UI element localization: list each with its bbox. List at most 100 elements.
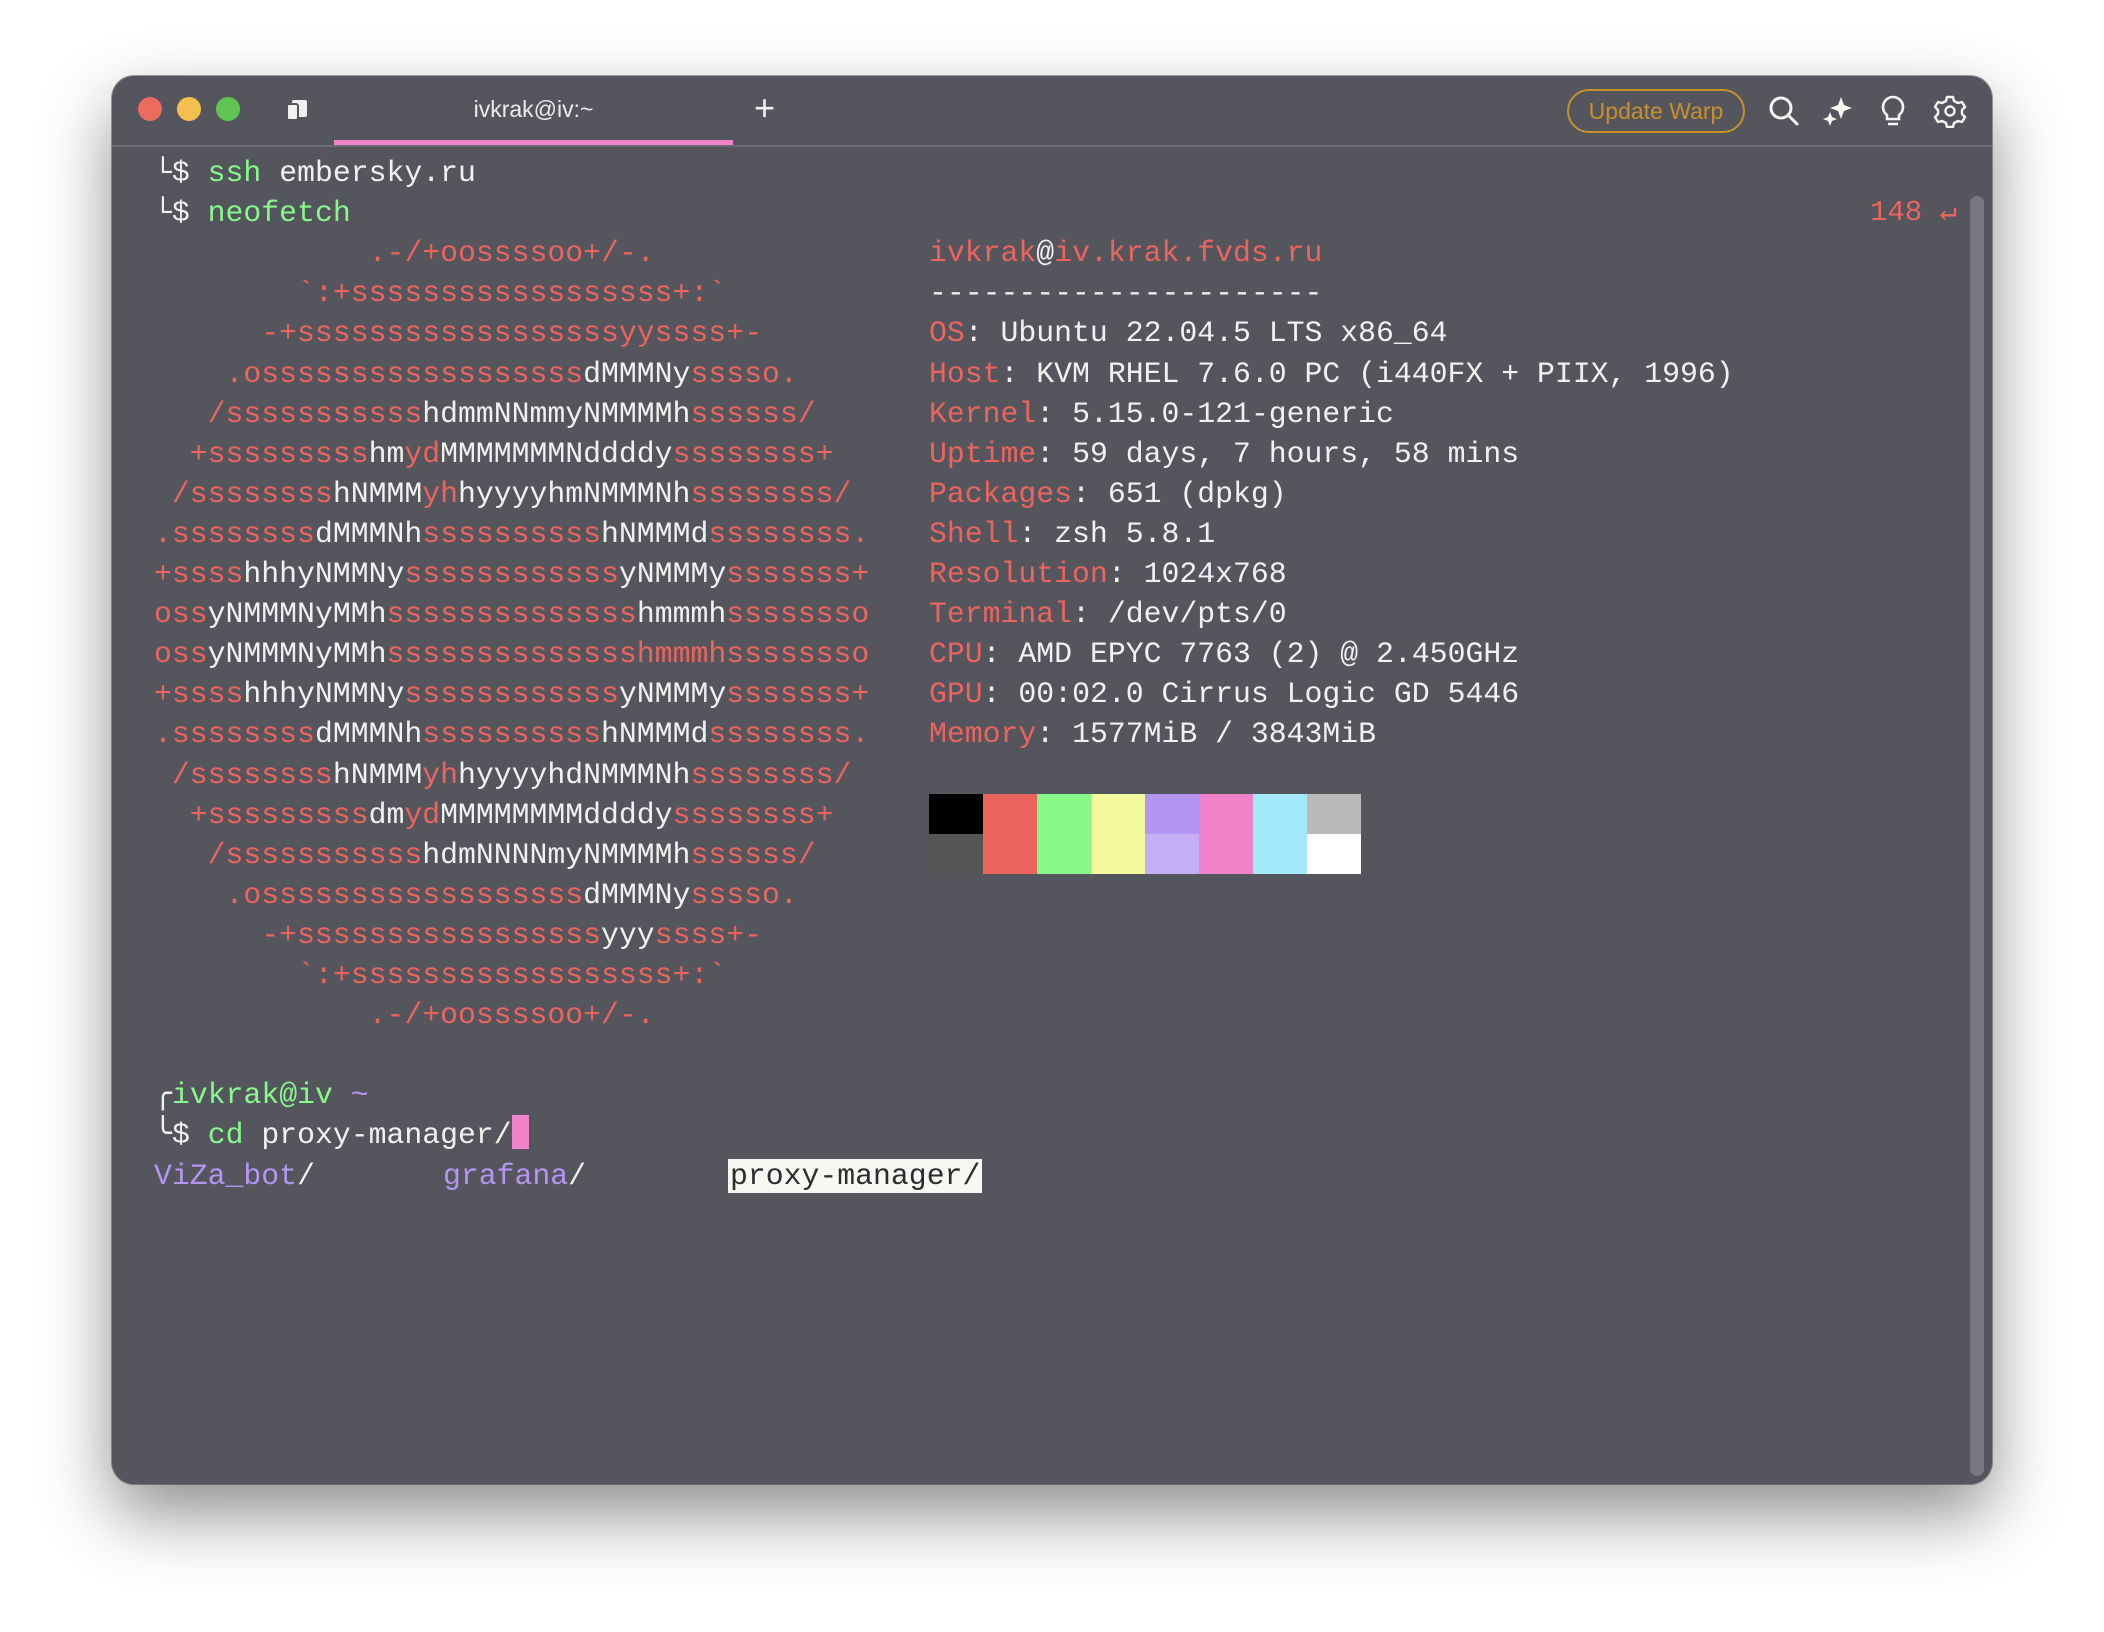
history-command: └$ ssh embersky.ru: [154, 153, 476, 193]
logo-segment: +ssss: [154, 677, 244, 712]
logo-line: -+ssssssssssssssssssyyssss+-: [154, 313, 762, 353]
logo-segment: dm: [368, 797, 405, 832]
color-swatch: [1091, 794, 1145, 834]
info-key: Host: [929, 356, 1001, 391]
color-swatch: [1307, 834, 1361, 874]
logo-line: -+sssssssssssssssssyyyssss+-: [154, 915, 762, 955]
command-args: proxy-manager/: [243, 1118, 512, 1153]
scrollbar[interactable]: [1970, 196, 1984, 1476]
prompt-symbol: └$: [154, 156, 208, 190]
logo-segment: ssssssss/: [690, 757, 852, 792]
close-window-button[interactable]: [138, 97, 162, 121]
logo-segment: hhhyNMMNy: [243, 557, 405, 591]
command-input[interactable]: ╰$ cd proxy-manager/: [154, 1115, 529, 1155]
info-row-packages: Packages: 651 (dpkg): [929, 474, 1287, 514]
color-swatch: [1307, 794, 1361, 834]
terminal-window: ivkrak@iv:~ + Update Warp └$ ssh embersk…: [112, 76, 1992, 1484]
command-args: embersky.ru: [261, 156, 476, 190]
info-row-resolution: Resolution: 1024x768: [929, 554, 1287, 594]
info-colon: :: [1036, 396, 1073, 431]
logo-line: +ssssssssshmydMMMMMMMNddddyssssssss+: [154, 434, 834, 474]
info-value: 1577MiB / 3843MiB: [1072, 717, 1377, 752]
logo-segment: ssssssssssss: [404, 677, 619, 712]
info-at: @: [1036, 236, 1055, 271]
info-key: Memory: [929, 717, 1037, 752]
logo-line: .-/+oossssoo+/-.: [154, 233, 655, 273]
completion-name: ViZa_bot: [154, 1158, 298, 1193]
info-key: Shell: [929, 516, 1019, 551]
logo-segment: yd: [404, 797, 441, 832]
completion-item-selected[interactable]: proxy-manager/: [728, 1156, 983, 1196]
logo-line: `:+ssssssssssssssssss+:`: [154, 955, 726, 995]
logo-segment: ssssssso: [726, 597, 870, 632]
new-tab-button[interactable]: +: [754, 88, 775, 128]
logo-segment: dMMMNy: [583, 877, 691, 912]
logo-segment: hNMMM: [332, 757, 423, 792]
logo-line: +sssshhhyNMMNyssssssssssssyNMMMysssssss+: [154, 554, 869, 594]
logo-segment: yNMMMy: [618, 557, 727, 591]
logo-segment: +ssss: [154, 557, 244, 591]
info-key: Kernel: [929, 396, 1037, 431]
logo-segment: +sssssssss: [154, 436, 369, 471]
logo-segment: ssssssssssss: [404, 557, 619, 591]
color-palette: [929, 794, 1361, 874]
lightbulb-icon[interactable]: [1876, 94, 1910, 128]
logo-segment: ssss+-: [654, 917, 762, 952]
info-row-uptime: Uptime: 59 days, 7 hours, 58 mins: [929, 434, 1519, 474]
info-key: OS: [929, 316, 965, 351]
gear-icon[interactable]: [1933, 94, 1967, 128]
logo-segment: .ssssssss: [154, 717, 315, 752]
info-row-kernel: Kernel: 5.15.0-121-generic: [929, 394, 1394, 434]
logo-segment: ssssssssss: [422, 516, 602, 551]
logo-segment: hdmNNNNmyNMMMMh: [422, 837, 691, 872]
completion-item[interactable]: grafana/: [443, 1156, 586, 1196]
logo-segment: ssssssss/: [690, 476, 852, 511]
search-icon[interactable]: [1767, 94, 1801, 128]
logo-line: .-/+oossssoo+/-.: [154, 995, 655, 1035]
color-swatch: [1091, 834, 1145, 874]
tabs-panel-icon[interactable]: [284, 98, 310, 122]
logo-segment: /ssssssss: [154, 757, 333, 792]
info-value: Ubuntu 22.04.5 LTS x86_64: [1000, 316, 1448, 351]
info-colon: :: [1072, 597, 1108, 632]
logo-line: +sssshhhyNMMNyssssssssssssyNMMMysssssss+: [154, 674, 869, 714]
info-key: Resolution: [929, 557, 1108, 591]
prompt-user-host: ivkrak@iv: [171, 1078, 333, 1113]
tab-title: ivkrak@iv:~: [473, 96, 594, 122]
logo-segment: -+sssssssssssssssss: [154, 917, 602, 952]
command-name: neofetch: [207, 196, 351, 231]
info-value: /dev/pts/0: [1107, 597, 1287, 632]
logo-segment: .-/+oossssoo+/-.: [154, 236, 655, 271]
color-swatch: [929, 834, 983, 874]
tab-active[interactable]: ivkrak@iv:~: [334, 76, 733, 145]
logo-segment: hNMMM: [332, 476, 423, 511]
info-key: Terminal: [929, 597, 1073, 632]
logo-segment: hhhyNMMNy: [243, 677, 405, 712]
color-swatch: [1037, 794, 1091, 834]
return-icon: ↵: [1939, 196, 1958, 229]
terminal-output[interactable]: └$ ssh embersky.ru └$ neofetch 148 ↵ .-/…: [154, 153, 1957, 1193]
logo-segment: oss: [154, 597, 208, 632]
minimize-window-button[interactable]: [177, 97, 201, 121]
info-colon: :: [1000, 356, 1037, 391]
color-swatch: [1253, 834, 1307, 874]
prompt-corner: ╭: [154, 1078, 172, 1113]
logo-line: `:+ssssssssssssssssss+:`: [154, 273, 726, 313]
logo-segment: yNMMMy: [618, 677, 727, 712]
logo-segment: hmmmh: [636, 597, 727, 632]
update-warp-button[interactable]: Update Warp: [1567, 89, 1745, 133]
history-command: └$ neofetch: [154, 193, 351, 233]
logo-line: /sssssssshNMMMyhhyyyyhmNMMMNhssssssss/: [154, 474, 852, 514]
logo-segment: +sssssssss: [154, 797, 369, 832]
logo-segment: MMMMMMMNddddy: [440, 436, 673, 471]
logo-line: .ssssssssdMMMNhsssssssssshNMMMdssssssss.: [154, 714, 869, 754]
completion-suffix: /: [568, 1158, 587, 1193]
text-cursor: [511, 1115, 529, 1150]
completion-item[interactable]: ViZa_bot/: [154, 1156, 315, 1196]
logo-segment: yNMMMNyMMh: [207, 597, 387, 632]
logo-segment: /sssssssssss: [154, 396, 423, 431]
ai-sparkle-icon[interactable]: [1820, 94, 1854, 128]
info-colon: :: [982, 637, 1019, 672]
maximize-window-button[interactable]: [216, 97, 240, 121]
info-separator: ----------------------: [929, 276, 1323, 311]
